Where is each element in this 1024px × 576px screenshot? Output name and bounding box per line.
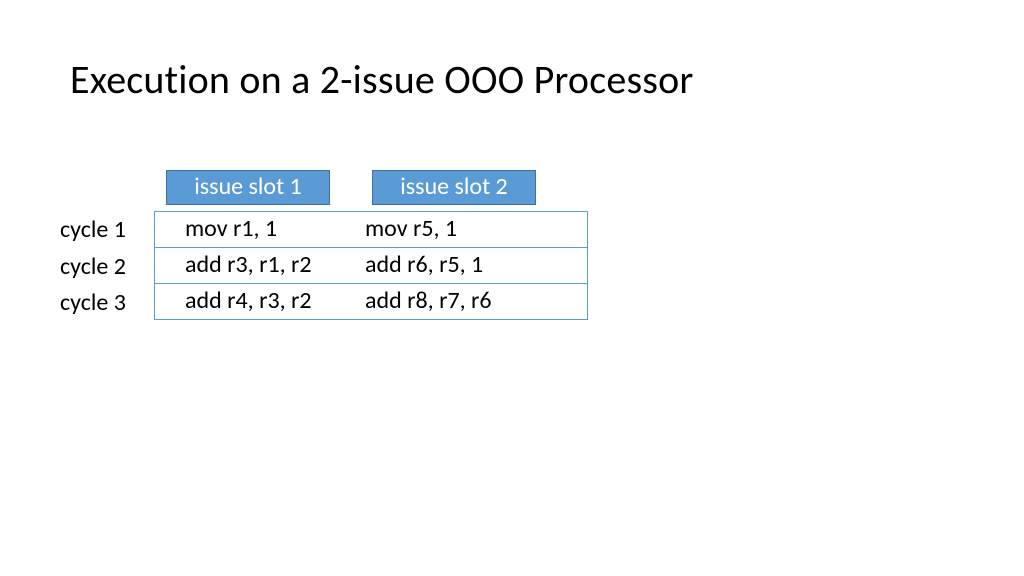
row-cells: mov r1, 1 mov r5, 1 bbox=[154, 211, 588, 248]
slide: Execution on a 2-issue OOO Processor iss… bbox=[0, 0, 1024, 576]
cell-slot2: mov r5, 1 bbox=[355, 212, 587, 247]
cell-slot1: add r4, r3, r2 bbox=[155, 284, 355, 319]
cell-slot2: add r6, r5, 1 bbox=[355, 248, 587, 283]
issue-slot-1-header: issue slot 1 bbox=[166, 170, 330, 205]
row-cells: add r3, r1, r2 add r6, r5, 1 bbox=[154, 248, 588, 284]
cell-slot2: add r8, r7, r6 bbox=[355, 284, 587, 319]
slot-headers: issue slot 1 issue slot 2 bbox=[166, 170, 588, 205]
row-cells: add r4, r3, r2 add r8, r7, r6 bbox=[154, 284, 588, 320]
execution-table: issue slot 1 issue slot 2 cycle 1 mov r1… bbox=[60, 170, 588, 320]
issue-slot-2-header: issue slot 2 bbox=[372, 170, 536, 205]
table-row: cycle 2 add r3, r1, r2 add r6, r5, 1 bbox=[60, 248, 588, 284]
slide-title: Execution on a 2-issue OOO Processor bbox=[70, 55, 694, 104]
table-row: cycle 3 add r4, r3, r2 add r8, r7, r6 bbox=[60, 284, 588, 320]
cell-slot1: mov r1, 1 bbox=[155, 212, 355, 247]
table-row: cycle 1 mov r1, 1 mov r5, 1 bbox=[60, 211, 588, 248]
cycle-label: cycle 2 bbox=[60, 252, 154, 281]
cell-slot1: add r3, r1, r2 bbox=[155, 248, 355, 283]
cycle-label: cycle 3 bbox=[60, 288, 154, 317]
cycle-label: cycle 1 bbox=[60, 215, 154, 244]
